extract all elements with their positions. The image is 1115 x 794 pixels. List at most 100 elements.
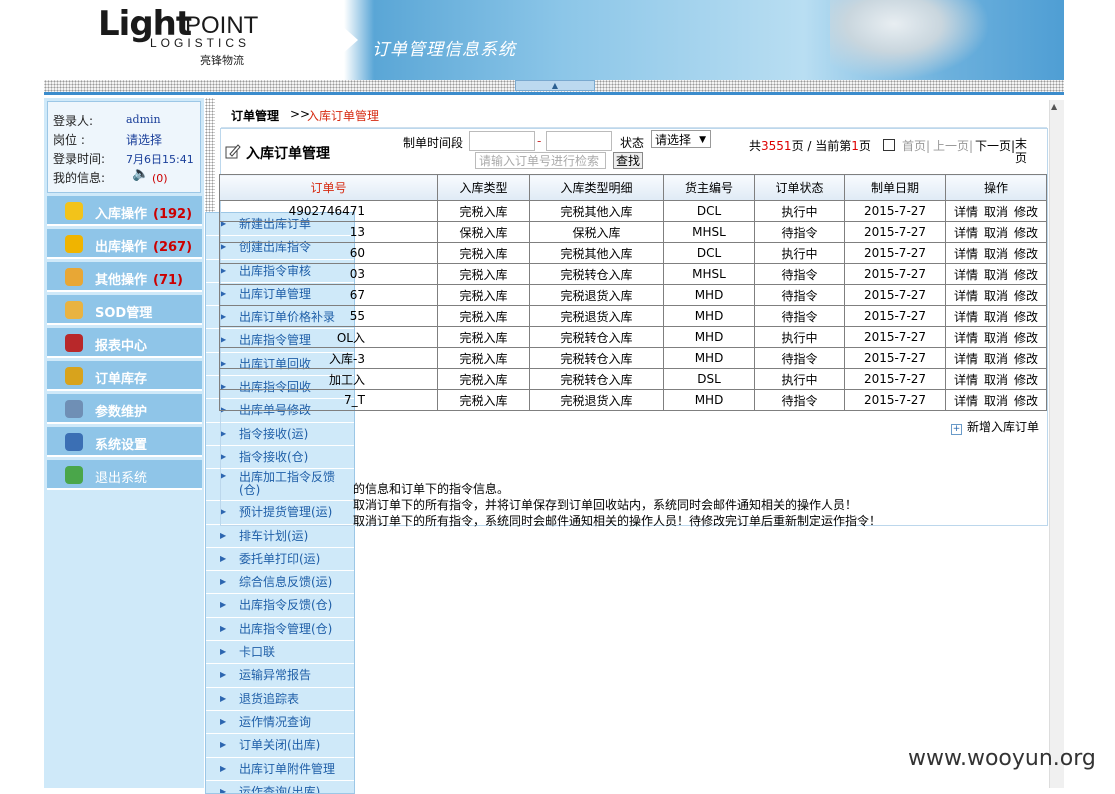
edit-link[interactable]: 修改 [1014, 352, 1038, 366]
message-count[interactable]: (0) [152, 172, 168, 185]
row-actions[interactable]: 详情 取消 修改 [945, 326, 1047, 348]
scroll-up-arrow-icon[interactable]: ▲ [1051, 102, 1057, 111]
menu-item-6[interactable]: 订单库存 [47, 361, 202, 391]
edit-link[interactable]: 修改 [1014, 373, 1038, 387]
cancel-link[interactable]: 取消 [984, 310, 1008, 324]
row-actions[interactable]: 详情 取消 修改 [945, 200, 1047, 222]
table-cell: 2015-7-27 [844, 347, 946, 369]
detail-link[interactable]: 详情 [954, 247, 978, 261]
edit-link[interactable]: 修改 [1014, 268, 1038, 282]
new-order-link[interactable]: + 新增入库订单 [951, 418, 1039, 435]
submenu-item[interactable]: ▶ 出库指令反馈(仓) [206, 594, 354, 618]
cancel-link[interactable]: 取消 [984, 205, 1008, 219]
order-search-input[interactable]: 请输入订单号进行检索 [475, 152, 606, 169]
edit-link[interactable]: 修改 [1014, 205, 1038, 219]
prev-page-link[interactable]: 上一页| [933, 137, 973, 154]
menu-item-1[interactable]: 入库操作 (192) [47, 196, 202, 226]
cancel-link[interactable]: 取消 [984, 289, 1008, 303]
detail-link[interactable]: 详情 [954, 394, 978, 408]
submenu-label: 卡口联 [239, 645, 276, 660]
edit-link[interactable]: 修改 [1014, 331, 1038, 345]
breadcrumb-root[interactable]: 订单管理 [231, 107, 279, 124]
date-start-input[interactable] [469, 131, 535, 151]
table-cell: DCL [663, 200, 755, 222]
detail-link[interactable]: 详情 [954, 226, 978, 240]
cancel-link[interactable]: 取消 [984, 373, 1008, 387]
submenu-item[interactable]: ▶ 出库订单附件管理 [206, 758, 354, 781]
submenu-item[interactable]: ▶ 委托单打印(运) [206, 548, 354, 572]
row-actions[interactable]: 详情 取消 修改 [945, 263, 1047, 285]
report-icon [65, 334, 83, 352]
row-actions[interactable]: 详情 取消 修改 [945, 221, 1047, 243]
submenu-item[interactable]: ▶ 排车计划(运) [206, 525, 354, 548]
row-actions[interactable]: 详情 取消 修改 [945, 242, 1047, 264]
row-actions[interactable]: 详情 取消 修改 [945, 347, 1047, 369]
splitter[interactable] [205, 98, 215, 218]
detail-link[interactable]: 详情 [954, 205, 978, 219]
submenu-item[interactable]: ▶ 运输异常报告 [206, 664, 354, 688]
vertical-scrollbar[interactable] [1049, 100, 1064, 788]
detail-link[interactable]: 详情 [954, 352, 978, 366]
row-actions[interactable]: 详情 取消 修改 [945, 368, 1047, 390]
table-cell: 完税其他入库 [529, 242, 664, 264]
submenu-item[interactable]: ▶ 订单关闭(出库) [206, 734, 354, 758]
submenu-item[interactable]: ▶ 综合信息反馈(运) [206, 571, 354, 595]
table-row: 7_T 完税入库 完税退货入库 MHD 待指令 2015-7-27 详情 取消 修改 [219, 389, 1047, 411]
menu-count-badge: (192) [153, 207, 193, 222]
detail-link[interactable]: 详情 [954, 310, 978, 324]
submenu-item[interactable]: ▶ 出库指令管理(仓) [206, 618, 354, 642]
edit-link[interactable]: 修改 [1014, 226, 1038, 240]
menu-label-text: 报表中心 [95, 339, 148, 354]
speaker-icon[interactable]: 🔈 [132, 166, 149, 182]
col-owner-no: 货主编号 [663, 174, 755, 201]
detail-link[interactable]: 详情 [954, 289, 978, 303]
menu-item-5[interactable]: 报表中心 [47, 328, 202, 358]
status-select[interactable]: 请选择 ▼ [651, 130, 711, 148]
tools-icon [65, 400, 83, 418]
cancel-link[interactable]: 取消 [984, 268, 1008, 282]
edit-link[interactable]: 修改 [1014, 394, 1038, 408]
table-cell: 60 [219, 242, 438, 264]
cancel-link[interactable]: 取消 [984, 331, 1008, 345]
arrow-right-icon: ▶ [220, 553, 227, 563]
row-actions[interactable]: 详情 取消 修改 [945, 305, 1047, 327]
cancel-link[interactable]: 取消 [984, 352, 1008, 366]
date-end-input[interactable] [546, 131, 612, 151]
cancel-link[interactable]: 取消 [984, 247, 1008, 261]
post-value[interactable]: 请选择 [126, 131, 162, 148]
row-actions[interactable]: 详情 取消 修改 [945, 389, 1047, 411]
table-cell: 2015-7-27 [844, 368, 946, 390]
menu-item-2[interactable]: 出库操作 (267) [47, 229, 202, 259]
collapse-header-button[interactable]: ▲ [515, 80, 595, 91]
detail-link[interactable]: 详情 [954, 373, 978, 387]
table-cell: 执行中 [754, 326, 845, 348]
cancel-link[interactable]: 取消 [984, 226, 1008, 240]
menu-item-8[interactable]: 系统设置 [47, 427, 202, 457]
menu-item-3[interactable]: 其他操作 (71) [47, 262, 202, 292]
edit-link[interactable]: 修改 [1014, 289, 1038, 303]
submenu-item[interactable]: ▶ 运作情况查询 [206, 711, 354, 735]
cancel-link[interactable]: 取消 [984, 394, 1008, 408]
detail-link[interactable]: 详情 [954, 331, 978, 345]
edit-link[interactable]: 修改 [1014, 247, 1038, 261]
last-page-link[interactable]: 末页 [1015, 137, 1029, 165]
submenu-item[interactable]: ▶ 退货追踪表 [206, 688, 354, 711]
table-cell: 2015-7-27 [844, 284, 946, 306]
submenu-label: 综合信息反馈(运) [239, 575, 333, 590]
menu-item-9[interactable]: 退出系统 [47, 460, 202, 490]
table-cell: 执行中 [754, 368, 845, 390]
menu-item-4[interactable]: SOD管理 [47, 295, 202, 325]
col-in-type-detail: 入库类型明细 [529, 174, 664, 201]
row-actions[interactable]: 详情 取消 修改 [945, 284, 1047, 306]
table-row: 4902746471 完税入库 完税其他入库 DCL 执行中 2015-7-27 详情 取消修… [219, 200, 1047, 222]
submenu-item[interactable]: ▶ 运作查询(出库) [206, 781, 354, 793]
edit-link[interactable]: 修改 [1014, 310, 1038, 324]
submenu-item[interactable]: ▶ 卡口联 [206, 641, 354, 665]
first-page-link[interactable]: 首页| [902, 137, 930, 154]
next-page-link[interactable]: 下一页| [975, 137, 1015, 154]
detail-link[interactable]: 详情 [954, 268, 978, 282]
menu-item-7[interactable]: 参数维护 [47, 394, 202, 424]
menu-item-label: 报表中心 [95, 335, 147, 354]
menu-item-label: 退出系统 [95, 467, 147, 486]
search-button[interactable]: 查找 [613, 152, 643, 169]
